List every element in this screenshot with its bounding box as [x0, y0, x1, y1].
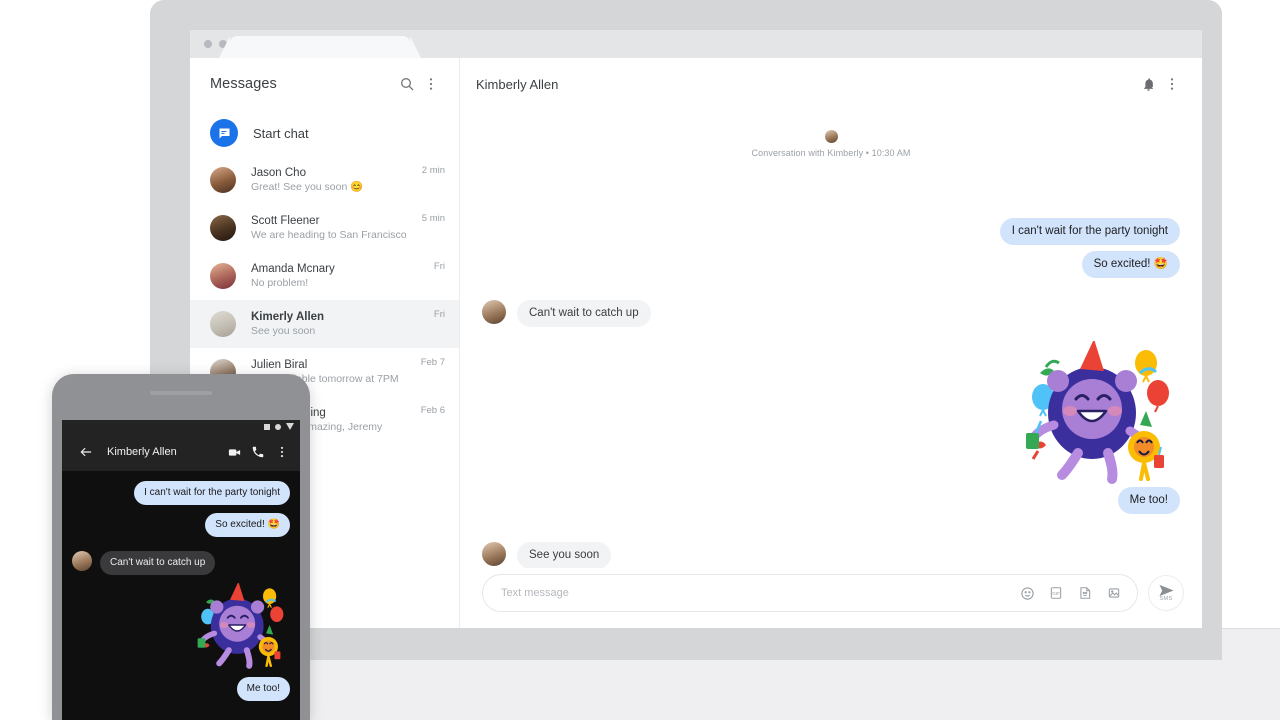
- phone-contact-name: Kimberly Allen: [107, 446, 177, 458]
- message-bubble-incoming: See you soon: [517, 542, 612, 568]
- chat-bubble-icon: [210, 119, 238, 147]
- avatar: [210, 311, 236, 337]
- avatar: [824, 130, 838, 143]
- phone-message-thread: I can't wait for the party tonight So ex…: [62, 471, 300, 701]
- conversation-snippet: No problem!: [251, 277, 309, 289]
- message-row: I can't wait for the party tonight: [72, 481, 290, 505]
- conversation-list-item[interactable]: Amanda Mcnary No problem! Fri: [190, 252, 459, 300]
- phone-icon[interactable]: [249, 443, 267, 461]
- page-title: Messages: [210, 76, 277, 92]
- image-icon[interactable]: [1103, 582, 1125, 604]
- message-row: See you soon: [482, 542, 1180, 568]
- send-mode-label: SMS: [1159, 596, 1173, 602]
- close-button[interactable]: [204, 40, 212, 48]
- sticker-icon[interactable]: [1074, 582, 1096, 604]
- message-bubble-outgoing: So excited! 🤩: [1081, 251, 1180, 278]
- phone-status-bar: [62, 420, 300, 433]
- message-row: Can't wait to catch up: [482, 300, 1180, 327]
- videocam-icon[interactable]: [225, 443, 243, 461]
- arrow-back-icon[interactable]: [77, 443, 95, 461]
- avatar: [72, 551, 92, 571]
- svg-text:GIF: GIF: [1052, 591, 1060, 596]
- avatar: [482, 300, 506, 324]
- conversation-text: Kimerly Allen See you soon: [251, 310, 434, 338]
- phone-mockup: Kimberly Allen I can't wait for the part…: [52, 374, 310, 720]
- avatar: [482, 542, 506, 566]
- phone-screen: Kimberly Allen I can't wait for the part…: [62, 420, 300, 720]
- chat-pane: Kimberly Allen Conversation with Kimberl…: [460, 58, 1202, 628]
- chat-header: Kimberly Allen: [460, 58, 1202, 110]
- conversation-snippet: See you soon: [251, 325, 316, 337]
- conversation-snippet: We are heading to San Francisco: [251, 229, 407, 241]
- message-row: [72, 581, 290, 673]
- send-button[interactable]: SMS: [1148, 575, 1184, 611]
- message-bubble-outgoing: Me too!: [236, 677, 290, 701]
- conversation-name: Scott Fleener: [251, 215, 320, 227]
- start-chat-button[interactable]: Start chat: [190, 110, 459, 156]
- conversation-name: Amanda Mcnary: [251, 263, 335, 275]
- message-row: So excited! 🤩: [482, 251, 1180, 278]
- conversation-text: Jason Cho Great! See you soon 😊: [251, 166, 422, 194]
- party-monster-sticker: [194, 581, 290, 673]
- conversation-timestamp: Feb 6: [420, 405, 445, 416]
- composer-area: Text message GIF SMS: [460, 568, 1202, 628]
- message-row: So excited! 🤩: [72, 513, 290, 537]
- search-icon[interactable]: [395, 72, 419, 96]
- conversation-list-item[interactable]: Kimerly Allen See you soon Fri: [190, 300, 459, 348]
- browser-chrome: [190, 30, 1202, 58]
- message-input[interactable]: Text message: [501, 587, 1009, 599]
- conversation-snippet: Great! See you soon 😊: [251, 181, 364, 193]
- conversation-text: Amanda Mcnary No problem!: [251, 262, 434, 290]
- circle-icon: [275, 423, 281, 430]
- square-icon: [264, 423, 270, 430]
- phone-speaker: [150, 391, 212, 395]
- message-input-container[interactable]: Text message GIF: [482, 574, 1138, 612]
- laptop-screen: Messages Start chat Jason Cho Great! See…: [190, 30, 1202, 628]
- gif-icon[interactable]: GIF: [1045, 582, 1067, 604]
- more-vert-icon[interactable]: [419, 72, 443, 96]
- message-thread: Conversation with Kimberly • 10:30 AM I …: [460, 110, 1202, 568]
- triangle-icon: [286, 423, 294, 430]
- message-row: Me too!: [482, 487, 1180, 514]
- conversation-timestamp: Feb 7: [420, 357, 445, 368]
- party-monster-sticker: [1020, 339, 1180, 491]
- messages-container: I can't wait for the party tonight So ex…: [482, 218, 1180, 568]
- avatar: [210, 167, 236, 193]
- conversation-timestamp: 5 min: [421, 213, 445, 224]
- notifications-bell-icon[interactable]: [1136, 72, 1160, 96]
- message-row: I can't wait for the party tonight: [482, 218, 1180, 245]
- laptop-frame: Messages Start chat Jason Cho Great! See…: [150, 0, 1222, 660]
- message-row: Can't wait to catch up: [72, 551, 290, 575]
- message-row: [482, 339, 1180, 491]
- message-bubble-outgoing: So excited! 🤩: [205, 513, 290, 537]
- message-bubble-outgoing: I can't wait for the party tonight: [134, 481, 290, 505]
- conversation-name: Jason Cho: [251, 167, 306, 179]
- conversation-list-item[interactable]: Scott Fleener We are heading to San Franc…: [190, 204, 459, 252]
- message-bubble-outgoing: Me too!: [1117, 487, 1180, 514]
- sidebar-header: Messages: [190, 58, 459, 110]
- message-row: Me too!: [72, 677, 290, 701]
- chat-contact-name: Kimberly Allen: [476, 76, 559, 92]
- conversation-timestamp: Fri: [433, 309, 445, 320]
- avatar: [210, 215, 236, 241]
- message-bubble-incoming: Can't wait to catch up: [517, 300, 651, 327]
- browser-tab[interactable]: [219, 36, 421, 58]
- emoji-icon[interactable]: [1016, 582, 1038, 604]
- conversation-timestamp: Fri: [433, 261, 445, 272]
- conversation-list-item[interactable]: Jason Cho Great! See you soon 😊 2 min: [190, 156, 459, 204]
- conversation-divider: Conversation with Kimberly • 10:30 AM: [482, 130, 1180, 158]
- message-bubble-incoming: Can't wait to catch up: [100, 551, 216, 575]
- more-vert-icon[interactable]: [1160, 72, 1184, 96]
- phone-app-bar: Kimberly Allen: [62, 433, 300, 471]
- conversation-text: Scott Fleener We are heading to San Franc…: [251, 214, 422, 242]
- conversation-name: Julien Biral: [251, 359, 308, 371]
- conversation-divider-label: Conversation with Kimberly • 10:30 AM: [751, 148, 911, 158]
- conversation-timestamp: 2 min: [421, 165, 445, 176]
- messages-app: Messages Start chat Jason Cho Great! See…: [190, 58, 1202, 628]
- avatar: [210, 263, 236, 289]
- conversation-name: Kimerly Allen: [251, 311, 325, 323]
- message-bubble-outgoing: I can't wait for the party tonight: [999, 218, 1180, 245]
- more-vert-icon[interactable]: [273, 443, 291, 461]
- start-chat-label: Start chat: [253, 125, 309, 141]
